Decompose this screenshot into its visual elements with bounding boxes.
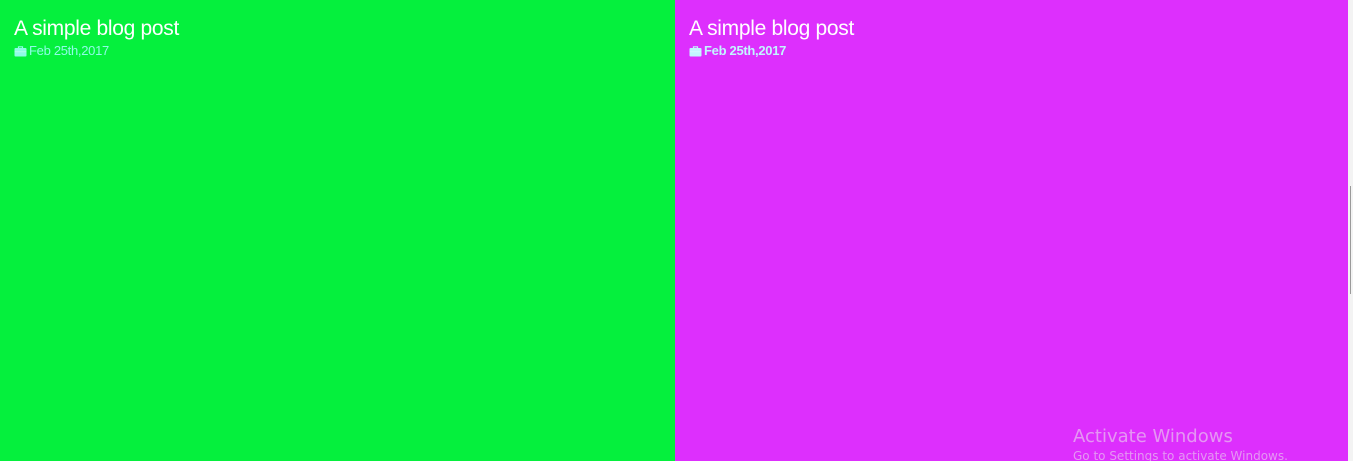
briefcase-icon xyxy=(14,45,27,56)
activation-watermark: Activate Windows Go to Settings to activ… xyxy=(1073,426,1288,461)
post-date: Feb 25th,2017 xyxy=(29,43,109,58)
post-title[interactable]: A simple blog post xyxy=(14,16,675,42)
scrollbar-thumb[interactable] xyxy=(1350,186,1351,294)
post-date: Feb 25th,2017 xyxy=(704,43,787,58)
page: A simple blog post Feb 25th,2017 A simpl… xyxy=(0,0,1353,461)
post-meta: Feb 25th,2017 xyxy=(14,44,675,58)
post-meta: Feb 25th,2017 xyxy=(689,44,1348,58)
blog-post-card-2[interactable]: A simple blog post Feb 25th,2017 xyxy=(675,0,1348,461)
watermark-subtitle: Go to Settings to activate Windows. xyxy=(1073,449,1288,461)
watermark-title: Activate Windows xyxy=(1073,426,1233,447)
blog-post-card-1[interactable]: A simple blog post Feb 25th,2017 xyxy=(0,0,675,461)
post-title[interactable]: A simple blog post xyxy=(689,16,1348,42)
vertical-scrollbar[interactable] xyxy=(1348,0,1353,461)
briefcase-icon xyxy=(689,45,702,56)
